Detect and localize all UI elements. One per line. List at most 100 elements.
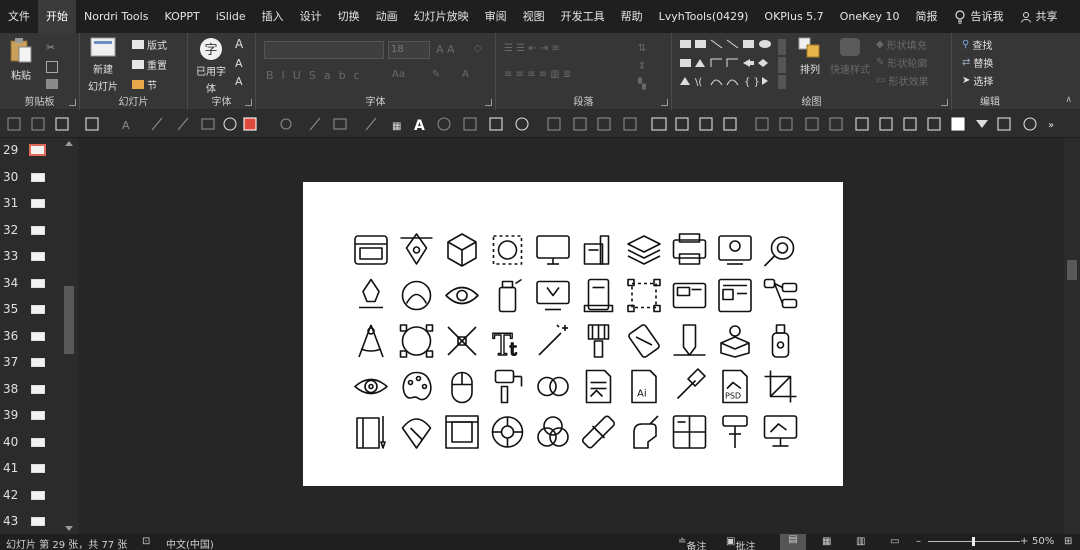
- tab-okplus[interactable]: OKPlus 5.7: [756, 0, 831, 33]
- slide-thumbnail[interactable]: [31, 225, 45, 235]
- tab-view[interactable]: 视图: [515, 0, 553, 33]
- canvas-scrollbar[interactable]: [1064, 138, 1080, 534]
- slide-thumbnail[interactable]: [31, 464, 45, 473]
- tab-design[interactable]: 设计: [292, 0, 330, 33]
- slide-thumbnail-row[interactable]: 40: [0, 430, 62, 456]
- font-name-field[interactable]: [264, 41, 384, 59]
- slide-thumbnail-row[interactable]: 36: [0, 324, 62, 350]
- tab-briefing[interactable]: 简报: [908, 0, 946, 33]
- slide-thumbnail[interactable]: [31, 384, 45, 394]
- slide-thumbnail-row[interactable]: 42: [0, 483, 62, 509]
- canvas-scroll-thumb[interactable]: [1067, 260, 1077, 280]
- paste-button[interactable]: 粘贴: [8, 37, 34, 82]
- tab-transitions[interactable]: 切换: [330, 0, 368, 33]
- slide-thumbnail-row[interactable]: 31: [0, 191, 62, 217]
- font-color-icon[interactable]: A: [462, 69, 469, 80]
- slide-thumbnail-row[interactable]: 34: [0, 271, 62, 297]
- bullets-icon[interactable]: ☰ ☰ ⇤ ⇥ ≡: [504, 43, 560, 54]
- collapse-ribbon-icon[interactable]: ∧: [1065, 95, 1072, 105]
- text-direction-icon[interactable]: ⇅: [638, 43, 646, 54]
- slide-thumbnail[interactable]: [31, 490, 45, 500]
- zoom-level[interactable]: 50%: [1032, 536, 1054, 547]
- reset-button[interactable]: 重置: [132, 57, 167, 72]
- shapes-gallery[interactable]: \( { }: [678, 37, 788, 91]
- slide-thumbnail[interactable]: [31, 172, 45, 182]
- highlight-color-icon[interactable]: ✎: [432, 69, 440, 80]
- slide-thumbnail[interactable]: [31, 199, 45, 208]
- tab-slideshow[interactable]: 幻灯片放映: [406, 0, 477, 33]
- slide-thumbnail-row[interactable]: 30: [0, 165, 62, 191]
- slide-thumbnail-row[interactable]: 33: [0, 244, 62, 270]
- thumbnail-scrollbar[interactable]: [62, 138, 76, 534]
- current-slide[interactable]: Tt Ai PSD: [303, 182, 843, 486]
- normal-view-icon[interactable]: ▤: [780, 534, 806, 550]
- tab-insert[interactable]: 插入: [254, 0, 292, 33]
- tab-koppt[interactable]: KOPPT: [156, 0, 207, 33]
- grow-shrink-font-buttons[interactable]: A A: [436, 43, 455, 56]
- zoom-out-button[interactable]: –: [916, 536, 921, 547]
- notes-button[interactable]: ≐ 备注: [678, 536, 706, 550]
- replace-button[interactable]: ⇄ 替换: [962, 55, 993, 70]
- arrange-button[interactable]: 排列: [798, 37, 822, 76]
- clipboard-launcher-icon[interactable]: [69, 99, 76, 106]
- shrink-font-icon[interactable]: A: [235, 57, 243, 70]
- select-button[interactable]: ➤ 选择: [962, 73, 993, 88]
- slide-thumbnail-row[interactable]: 35: [0, 297, 62, 323]
- align-icons[interactable]: ≡ ≡ ≡ ≡ ▥ ≣: [504, 69, 571, 80]
- slide-thumbnail[interactable]: [31, 358, 45, 367]
- new-slide-button[interactable]: 新建 幻灯片: [88, 37, 118, 93]
- slide-thumbnail-row[interactable]: 37: [0, 350, 62, 376]
- scroll-up-icon[interactable]: [65, 141, 73, 146]
- cut-icon[interactable]: ✂: [46, 41, 58, 54]
- copy-icon[interactable]: [46, 61, 58, 73]
- shape-fill-button[interactable]: ◆ 形状填充: [876, 37, 927, 52]
- accessibility-icon[interactable]: ⊡: [142, 536, 150, 547]
- slide-thumbnail[interactable]: [31, 331, 45, 341]
- quick-styles-button[interactable]: 快速样式: [830, 37, 870, 76]
- used-fonts-button[interactable]: 字 已用字 体: [196, 37, 226, 95]
- slide-thumbnail[interactable]: [29, 144, 46, 156]
- tab-help[interactable]: 帮助: [613, 0, 651, 33]
- language-indicator[interactable]: 中文(中国): [166, 536, 214, 550]
- section-button[interactable]: 节: [132, 77, 157, 92]
- shape-effects-button[interactable]: ▭ 形状效果: [876, 73, 928, 88]
- font-launcher-icon[interactable]: [485, 99, 492, 106]
- thumbnail-scroll-thumb[interactable]: [64, 286, 74, 354]
- slide-thumbnail-row[interactable]: 43: [0, 509, 62, 535]
- tab-lvyhtools[interactable]: LvyhTools(0429): [651, 0, 757, 33]
- slide-thumbnail-row[interactable]: 39: [0, 403, 62, 429]
- reading-view-icon[interactable]: ▥: [856, 536, 865, 547]
- slide-thumbnail[interactable]: [31, 517, 45, 526]
- tell-me-button[interactable]: 告诉我: [946, 0, 1012, 33]
- slide-thumbnail-row[interactable]: 41: [0, 456, 62, 482]
- paragraph-launcher-icon[interactable]: [661, 99, 668, 106]
- find-button[interactable]: ⚲ 查找: [962, 37, 992, 52]
- align-text-icon[interactable]: ⇕: [638, 61, 646, 72]
- share-button[interactable]: 共享: [1012, 0, 1066, 33]
- slide-thumbnail[interactable]: [31, 278, 45, 288]
- slide-thumbnail[interactable]: [31, 437, 45, 447]
- drawing-launcher-icon[interactable]: [941, 99, 948, 106]
- used-fonts-launcher-icon[interactable]: [245, 99, 252, 106]
- tab-nordri-tools[interactable]: Nordri Tools: [76, 0, 156, 33]
- comments-button[interactable]: ▣ 批注: [726, 536, 755, 550]
- scroll-down-icon[interactable]: [65, 526, 73, 531]
- qat-icons[interactable]: A ▦ A »: [0, 110, 1080, 138]
- font-case-button[interactable]: Aa: [392, 69, 405, 80]
- tab-onekey[interactable]: OneKey 10: [832, 0, 908, 33]
- font-style-buttons[interactable]: BIUSabc: [266, 69, 368, 82]
- slide-thumbnail[interactable]: [31, 411, 45, 420]
- font-size-field[interactable]: 18: [388, 41, 430, 59]
- grow-font-icon[interactable]: A: [235, 37, 243, 51]
- tab-review[interactable]: 审阅: [477, 0, 515, 33]
- format-painter-icon[interactable]: [46, 79, 58, 89]
- tab-animations[interactable]: 动画: [368, 0, 406, 33]
- slide-thumbnail[interactable]: [31, 305, 45, 314]
- slide-thumbnail-row[interactable]: 32: [0, 218, 62, 244]
- smartart-icon[interactable]: ▚: [638, 79, 646, 90]
- zoom-in-button[interactable]: +: [1020, 536, 1028, 547]
- slideshow-view-icon[interactable]: ▭: [890, 536, 899, 547]
- slide-thumbnail-row[interactable]: 29: [0, 138, 62, 164]
- tab-home[interactable]: 开始: [38, 0, 76, 33]
- slide-thumbnail-row[interactable]: 38: [0, 377, 62, 403]
